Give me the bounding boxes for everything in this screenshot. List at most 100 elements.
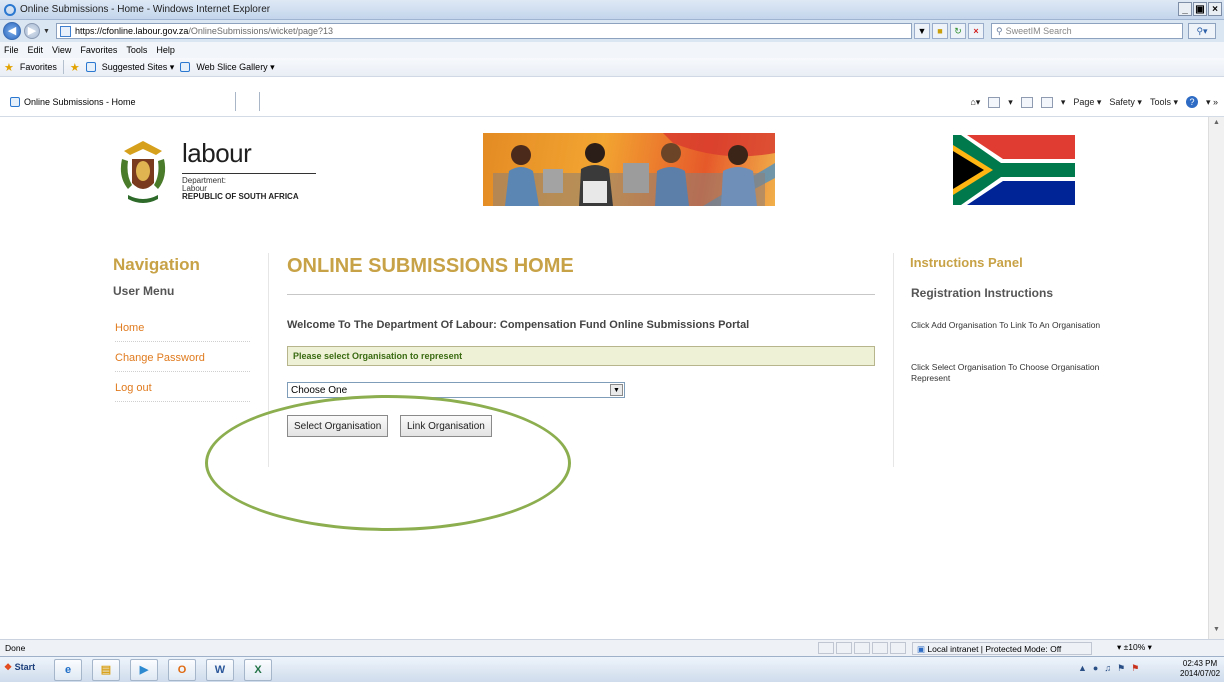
scroll-up-icon[interactable]: ▲ (1211, 119, 1222, 130)
menu-bar: File Edit View Favorites Tools Help (0, 42, 1224, 58)
word-icon[interactable]: W (206, 659, 234, 681)
favorites-suggested-sites[interactable]: Suggested Sites ▾ (102, 62, 175, 73)
lock-icon[interactable]: ■ (932, 23, 948, 39)
network-icon[interactable]: ● (1093, 663, 1098, 674)
feeds-icon[interactable] (988, 96, 1001, 108)
status-text: Done (5, 643, 26, 653)
highlight-annotation-ellipse (205, 395, 571, 531)
search-placeholder: SweetIM Search (1005, 26, 1072, 36)
nav-link-home[interactable]: Home (115, 322, 250, 342)
page-menu[interactable]: Page ▾ (1073, 97, 1101, 108)
back-button[interactable]: ◀ (3, 22, 21, 40)
feeds-dropdown-icon[interactable]: ▾ (1008, 97, 1013, 108)
address-tools: ▼ ■ ↻ × (914, 23, 984, 39)
status-bar: Done ▣ Local intranet | Protected Mode: … (0, 639, 1224, 656)
search-icon: ⚲ (996, 25, 1003, 36)
status-pane (872, 642, 888, 654)
system-clock[interactable]: 02:43 PM 2014/07/02 (1180, 659, 1220, 679)
select-organisation-notice: Please select Organisation to represent (287, 346, 875, 366)
start-label: Start (14, 662, 36, 672)
favorites-button[interactable]: Favorites (20, 62, 57, 72)
favorites-star-icon[interactable]: ★ (4, 61, 14, 74)
status-pane (836, 642, 852, 654)
favorites-web-slice-gallery[interactable]: Web Slice Gallery ▾ (196, 62, 274, 73)
windows-taskbar: ❖ Start e ▤ ▶ O W X ▲ ● ♫ ⚑ ⚑ 02:43 PM 2… (0, 656, 1224, 682)
help-dropdown-icon[interactable]: ▾ » (1206, 97, 1218, 108)
print-dropdown-icon[interactable]: ▾ (1061, 97, 1066, 108)
ie-logo-icon (4, 3, 16, 16)
menu-tools[interactable]: Tools (126, 45, 147, 55)
notification-icon[interactable]: ⚑ (1131, 663, 1139, 674)
organisation-select[interactable]: Choose One ▼ (287, 382, 625, 398)
ie-page-icon (85, 62, 96, 72)
tray-expand-icon[interactable]: ▲ (1078, 663, 1087, 674)
mail-icon[interactable] (1020, 96, 1033, 108)
volume-icon[interactable]: ♫ (1104, 663, 1111, 674)
status-pane (890, 642, 906, 654)
nav-link-log-out[interactable]: Log out (115, 382, 250, 402)
organisation-select-value: Choose One (291, 385, 348, 396)
page-title: ONLINE SUBMISSIONS HOME (287, 255, 574, 277)
south-africa-flag-icon (953, 135, 1075, 205)
coat-of-arms-icon (120, 141, 166, 203)
command-bar: ⌂▾ ▾ ▾ Page ▾ Safety ▾ Tools ▾ ? ▾ » (970, 96, 1218, 108)
workers-illustration (493, 133, 775, 206)
minimize-button[interactable]: _ (1178, 2, 1192, 16)
safety-menu[interactable]: Safety ▾ (1109, 97, 1142, 108)
url-host: https://cfonline.labour.gov.za (75, 26, 189, 36)
excel-icon[interactable]: X (244, 659, 272, 681)
stop-icon[interactable]: × (968, 23, 984, 39)
nav-link-change-password[interactable]: Change Password (115, 352, 250, 372)
window-controls: _ ▣ × (1178, 2, 1222, 16)
scroll-down-icon[interactable]: ▼ (1211, 626, 1222, 637)
menu-help[interactable]: Help (156, 45, 175, 55)
tab-online-submissions[interactable]: Online Submissions - Home (4, 92, 236, 111)
url-dropdown-icon[interactable]: ▼ (914, 23, 930, 39)
add-favorite-icon[interactable]: ★ (70, 61, 80, 74)
menu-edit[interactable]: Edit (28, 45, 44, 55)
address-bar: ◀ ▶ ▼ https://cfonline.labour.gov.za/Onl… (0, 20, 1224, 42)
maximize-button[interactable]: ▣ (1193, 2, 1207, 16)
new-tab-button[interactable] (240, 92, 260, 111)
search-button[interactable]: ⚲▾ (1188, 23, 1216, 39)
status-panes (818, 642, 906, 654)
tools-menu[interactable]: Tools ▾ (1150, 97, 1178, 108)
tab-bar: Online Submissions - Home ⌂▾ ▾ ▾ Page ▾ … (0, 77, 1224, 117)
print-icon[interactable] (1040, 96, 1053, 108)
security-zone[interactable]: ▣ Local intranet | Protected Mode: Off (912, 642, 1092, 655)
zoom-level[interactable]: ▾ ±10% ▾ (1117, 642, 1152, 653)
search-input[interactable]: ⚲ SweetIM Search (991, 23, 1183, 39)
history-dropdown-icon[interactable]: ▼ (43, 28, 50, 35)
close-button[interactable]: × (1208, 2, 1222, 16)
ie-page-icon (180, 62, 191, 72)
media-player-icon[interactable]: ▶ (130, 659, 158, 681)
forward-button[interactable]: ▶ (24, 23, 40, 39)
welcome-message: Welcome To The Department Of Labour: Com… (287, 319, 750, 331)
title-underline (287, 294, 875, 295)
help-icon[interactable]: ? (1185, 96, 1198, 108)
url-input[interactable]: https://cfonline.labour.gov.za/OnlineSub… (56, 23, 912, 39)
dept-line-3: REPUBLIC OF SOUTH AFRICA (182, 192, 299, 201)
brand-divider (182, 173, 316, 174)
refresh-icon[interactable]: ↻ (950, 23, 966, 39)
instruction-item: Click Add Organisation To Link To An Org… (911, 320, 1101, 330)
home-icon[interactable]: ⌂▾ (970, 97, 980, 108)
windows-logo-icon: ❖ (4, 662, 13, 672)
chevron-down-icon[interactable]: ▼ (610, 384, 623, 396)
start-button[interactable]: ❖ Start (4, 662, 35, 673)
tab-title: Online Submissions - Home (24, 96, 136, 107)
workers-banner-image (483, 133, 775, 206)
menu-file[interactable]: File (4, 45, 19, 55)
menu-view[interactable]: View (52, 45, 71, 55)
url-path: /OnlineSubmissions/wicket/page?13 (188, 26, 333, 36)
window-title-bar: Online Submissions - Home - Windows Inte… (0, 0, 1224, 20)
separator (62, 60, 64, 74)
status-pane (854, 642, 870, 654)
file-explorer-icon[interactable]: ▤ (92, 659, 120, 681)
menu-favorites[interactable]: Favorites (80, 45, 117, 55)
system-tray: ▲ ● ♫ ⚑ ⚑ (1078, 663, 1139, 674)
vertical-scrollbar[interactable]: ▲ ▼ (1208, 117, 1224, 639)
security-icon[interactable]: ⚑ (1117, 663, 1125, 674)
outlook-icon[interactable]: O (168, 659, 196, 681)
internet-explorer-icon[interactable]: e (54, 659, 82, 681)
